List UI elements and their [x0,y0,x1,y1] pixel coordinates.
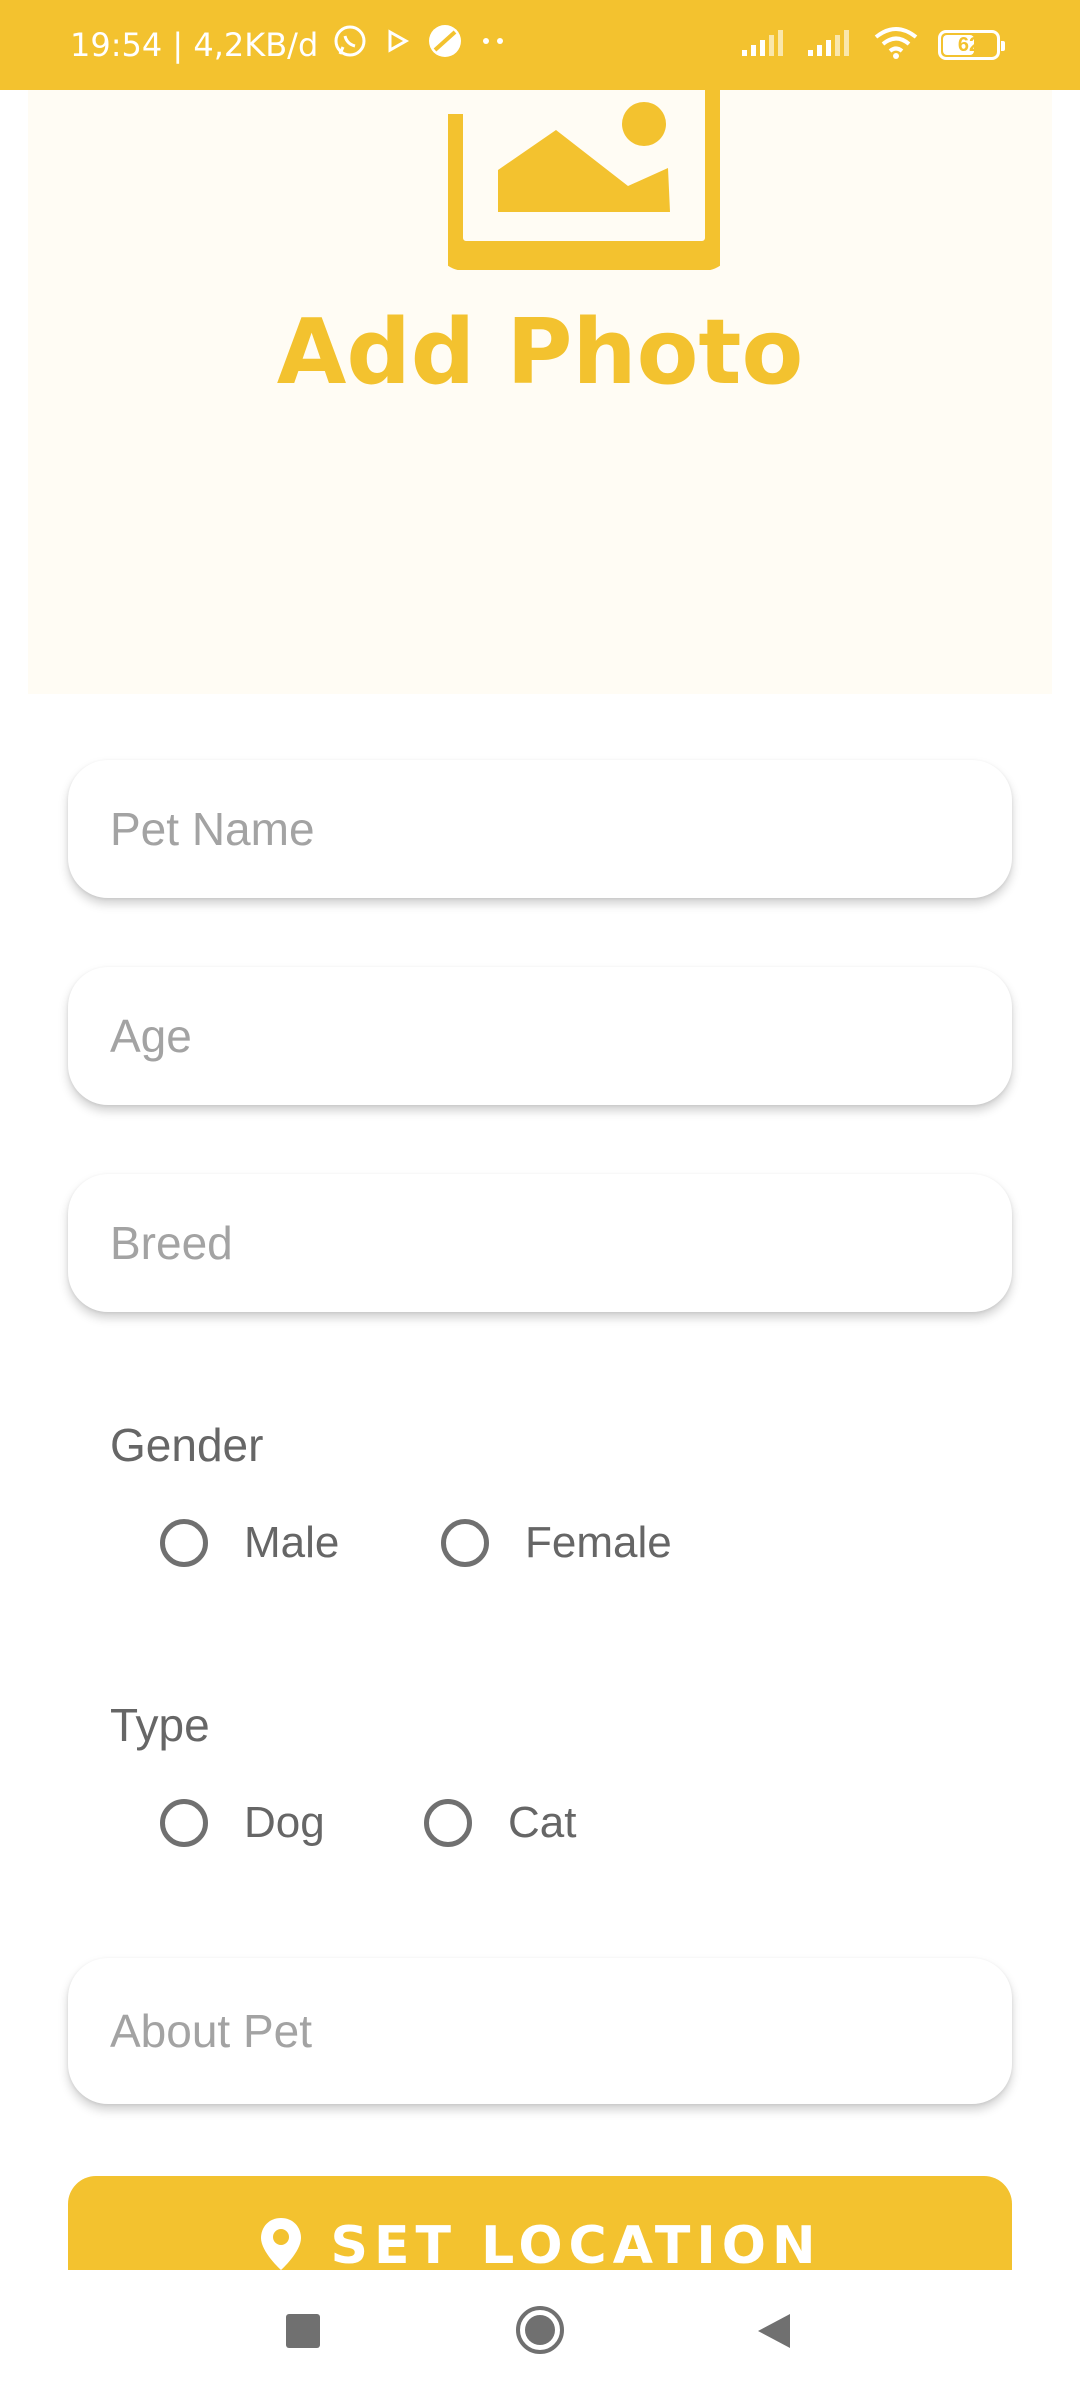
radio-unchecked-icon[interactable] [424,1799,472,1847]
circle-app-icon [426,22,464,68]
gender-option-female[interactable]: Female [441,1513,672,1573]
battery-icon: 62 [938,30,1005,60]
status-right: 62 [740,0,1005,90]
wifi-icon [872,25,920,66]
navigation-bar [0,2270,1080,2400]
radio-label-dog: Dog [244,1798,325,1847]
radio-unchecked-icon[interactable] [160,1519,208,1567]
add-photo-label: Add Photo [276,300,804,405]
type-option-cat[interactable]: Cat [424,1793,576,1853]
signal-icon-2 [806,28,854,63]
status-bar: 19:54 | 4,2KB/d 62 [0,0,1080,90]
breed-field[interactable] [68,1174,1012,1312]
more-dots-icon [478,26,508,64]
age-input[interactable] [68,967,1012,1105]
add-photo-area[interactable]: Add Photo [28,35,1052,694]
status-left: 19:54 | 4,2KB/d [70,0,508,90]
age-field[interactable] [68,967,1012,1105]
recent-apps-icon[interactable] [286,2314,320,2353]
radio-label-cat: Cat [508,1798,577,1847]
gender-label: Gender [110,1419,264,1471]
image-icon [433,35,735,275]
set-location-label: SET LOCATION [330,2216,822,2276]
status-time-speed: 19:54 | 4,2KB/d [70,26,319,64]
signal-icon [740,28,788,63]
add-pet-screen: 19:54 | 4,2KB/d 62 Add Photo Pet Name Ag… [0,0,1080,2400]
play-icon [382,26,412,64]
type-label: Type [110,1699,210,1751]
home-icon[interactable] [514,2304,566,2361]
about-pet-field[interactable] [68,1958,1012,2104]
pet-name-field[interactable] [68,760,1012,898]
gender-option-male[interactable]: Male [160,1513,339,1573]
about-pet-input[interactable] [68,1958,1012,2104]
battery-percent: 62 [957,33,981,56]
back-icon[interactable] [756,2312,792,2355]
pet-name-input[interactable] [68,760,1012,898]
radio-unchecked-icon[interactable] [441,1519,489,1567]
radio-label-female: Female [525,1518,672,1567]
whatsapp-icon [332,23,368,67]
location-pin-icon [259,2216,303,2277]
radio-unchecked-icon[interactable] [160,1799,208,1847]
type-option-dog[interactable]: Dog [160,1793,325,1853]
breed-input[interactable] [68,1174,1012,1312]
radio-label-male: Male [244,1518,340,1567]
